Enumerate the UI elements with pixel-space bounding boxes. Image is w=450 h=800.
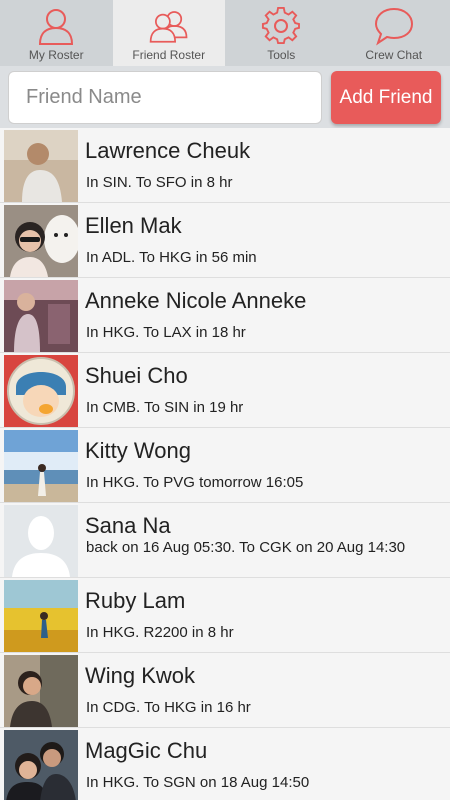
friend-name: Lawrence Cheuk — [85, 138, 251, 163]
friend-name: Sana Na — [85, 513, 171, 538]
tab-tools[interactable]: Tools — [225, 0, 338, 66]
person-icon — [35, 6, 77, 46]
chat-bubble-icon — [373, 6, 415, 46]
tab-label: Crew Chat — [365, 48, 423, 62]
friend-name: Wing Kwok — [85, 663, 196, 688]
friend-status: In ADL. To HKG in 56 min — [86, 249, 257, 266]
tab-label: Friend Roster — [132, 48, 206, 62]
avatar — [4, 355, 78, 427]
avatar — [4, 730, 78, 800]
friend-status: In HKG. R2200 in 8 hr — [86, 624, 234, 641]
avatar — [4, 505, 78, 577]
friend-name: MagGic Chu — [85, 738, 208, 763]
friend-name: Ruby Lam — [85, 588, 186, 613]
friend-row[interactable]: Ellen Mak In ADL. To HKG in 56 min — [0, 203, 450, 278]
tab-label: Tools — [267, 48, 296, 62]
tab-my-roster[interactable]: My Roster — [0, 0, 113, 66]
friend-name: Ellen Mak — [85, 213, 182, 238]
friend-status: back on 16 Aug 05:30. To CGK on 20 Aug 1… — [86, 539, 406, 556]
friend-name-input[interactable] — [8, 71, 322, 124]
gear-icon — [260, 6, 302, 46]
friend-row[interactable]: Kitty Wong In HKG. To PVG tomorrow 16:05 — [0, 428, 450, 503]
tab-friend-roster[interactable]: Friend Roster — [112, 0, 225, 66]
friend-status: In HKG. To PVG tomorrow 16:05 — [86, 474, 304, 491]
friend-name: Shuei Cho — [85, 363, 188, 388]
friend-row[interactable]: Anneke Nicole Anneke In HKG. To LAX in 1… — [0, 278, 450, 353]
avatar — [4, 655, 78, 727]
top-tab-bar: My Roster Friend Roster Tools Crew Chat — [0, 0, 450, 66]
tab-label: My Roster — [28, 48, 84, 62]
friend-name: Kitty Wong — [85, 438, 191, 463]
friend-status: In HKG. To LAX in 18 hr — [86, 324, 246, 341]
friend-row[interactable]: Sana Na back on 16 Aug 05:30. To CGK on … — [0, 503, 450, 578]
friend-row[interactable]: MagGic Chu In HKG. To SGN on 18 Aug 14:5… — [0, 728, 450, 800]
friend-status: In HKG. To SGN on 18 Aug 14:50 — [86, 774, 310, 791]
friend-status: In CDG. To HKG in 16 hr — [86, 699, 251, 716]
friends-icon — [148, 6, 190, 46]
add-friend-button[interactable]: Add Friend — [331, 71, 441, 124]
add-friend-bar: Add Friend — [0, 66, 450, 128]
avatar — [4, 280, 78, 352]
friend-list: Lawrence Cheuk In SIN. To SFO in 8 hr El… — [0, 128, 450, 800]
friend-row[interactable]: Shuei Cho In CMB. To SIN in 19 hr — [0, 353, 450, 428]
avatar — [4, 130, 78, 202]
avatar — [4, 430, 78, 502]
friend-status: In SIN. To SFO in 8 hr — [86, 174, 233, 191]
avatar — [4, 580, 78, 652]
friend-name: Anneke Nicole Anneke — [85, 288, 307, 313]
friend-row[interactable]: Ruby Lam In HKG. R2200 in 8 hr — [0, 578, 450, 653]
friend-row[interactable]: Wing Kwok In CDG. To HKG in 16 hr — [0, 653, 450, 728]
friend-status: In CMB. To SIN in 19 hr — [86, 399, 244, 416]
avatar — [4, 205, 78, 277]
tab-crew-chat[interactable]: Crew Chat — [338, 0, 450, 66]
friend-row[interactable]: Lawrence Cheuk In SIN. To SFO in 8 hr — [0, 128, 450, 203]
